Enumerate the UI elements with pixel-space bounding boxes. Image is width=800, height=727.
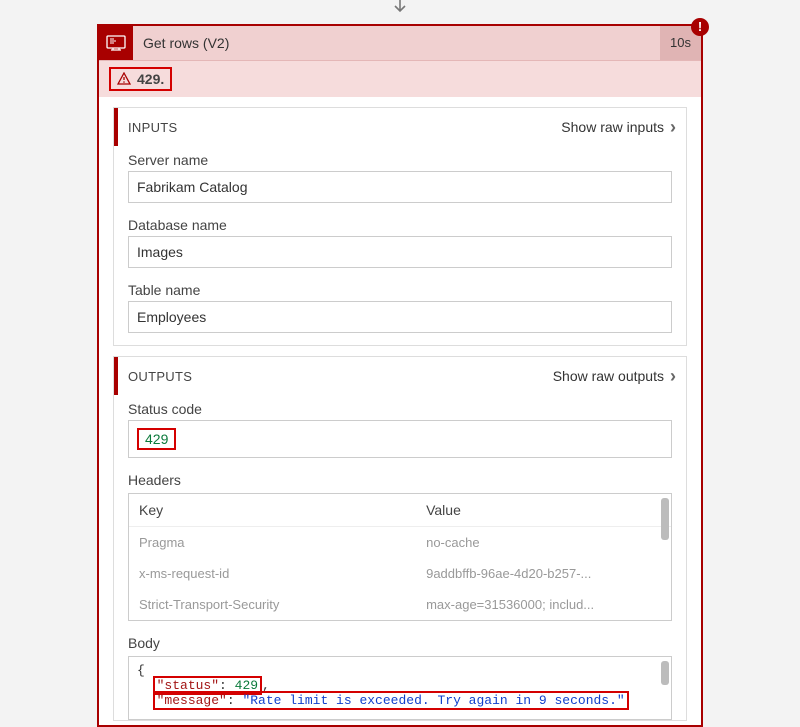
table-row: Pragma no-cache [129,527,671,558]
table-row: Strict-Transport-Security max-age=315360… [129,589,671,620]
show-raw-inputs-link[interactable]: Show raw inputs › [561,117,676,138]
scrollbar-thumb[interactable] [661,661,669,685]
table-name-label: Table name [128,282,672,298]
database-name-label: Database name [128,217,672,233]
table-header-row: Key Value [129,494,671,527]
table-name-value[interactable]: Employees [128,301,672,333]
warning-icon [117,72,131,86]
headers-label: Headers [128,472,672,488]
show-raw-outputs-link[interactable]: Show raw outputs › [553,366,676,387]
action-card: ! Get rows (V2) 10s 429. [97,24,703,727]
col-key: Key [139,502,426,518]
outputs-title: OUTPUTS [118,369,553,384]
error-code-text: 429. [137,71,164,87]
status-code-callout: 429 [137,428,176,450]
table-row: x-ms-request-id 9addbffb-96ae-4d20-b257-… [129,558,671,589]
status-code-value[interactable]: 429 [128,420,672,458]
error-code-callout: 429. [109,67,172,91]
flow-arrow-down-icon [391,0,409,21]
error-badge-icon: ! [691,18,709,36]
inputs-panel: INPUTS Show raw inputs › Server name Fab… [113,107,687,346]
outputs-panel: OUTPUTS Show raw outputs › Status code 4… [113,356,687,721]
server-name-value[interactable]: Fabrikam Catalog [128,171,672,203]
chevron-right-icon: › [670,117,676,138]
body-json[interactable]: { "status": 429, "message": "Rate limit … [128,656,672,720]
server-name-label: Server name [128,152,672,168]
inputs-title: INPUTS [118,120,561,135]
chevron-right-icon: › [670,366,676,387]
col-value: Value [426,502,661,518]
body-label: Body [128,635,672,651]
card-header[interactable]: Get rows (V2) 10s [99,26,701,60]
database-name-value[interactable]: Images [128,236,672,268]
card-title: Get rows (V2) [133,35,660,51]
sql-connector-icon [99,26,133,60]
headers-table[interactable]: Key Value Pragma no-cache x-ms-request-i… [128,493,672,621]
scrollbar-thumb[interactable] [661,498,669,540]
status-code-label: Status code [128,401,672,417]
error-strip: 429. [99,60,701,97]
